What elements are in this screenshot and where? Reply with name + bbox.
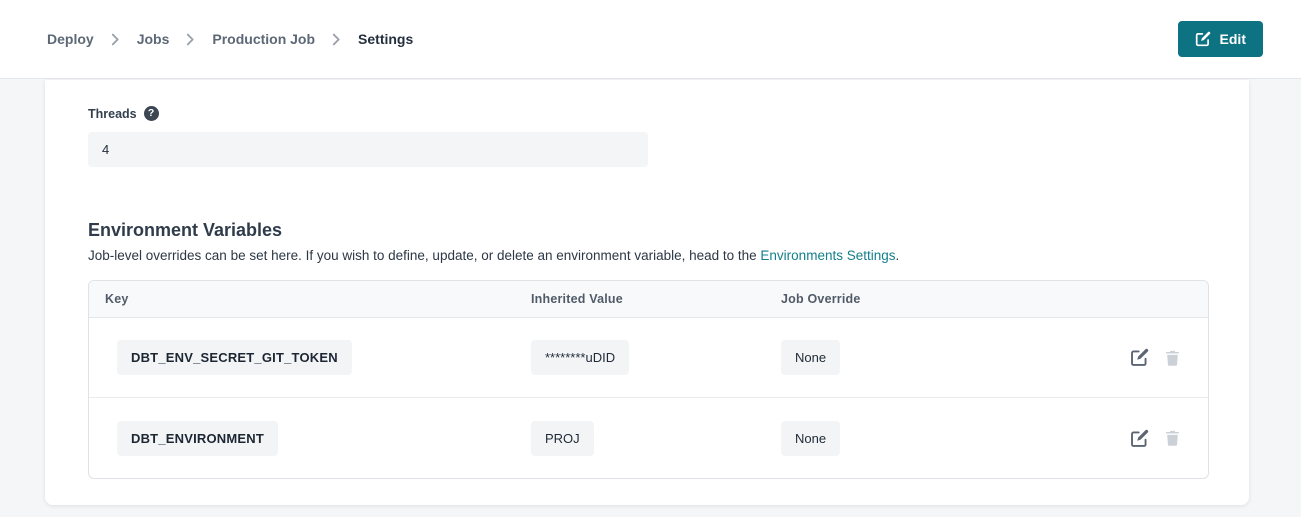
table-row: DBT_ENVIRONMENT PROJ None xyxy=(89,398,1208,478)
edit-pencil-icon xyxy=(1195,31,1211,47)
edit-button[interactable]: Edit xyxy=(1178,21,1263,57)
chevron-right-icon xyxy=(186,33,195,46)
threads-input[interactable] xyxy=(88,132,648,167)
env-var-job-override: None xyxy=(781,421,840,456)
section-title: Environment Variables xyxy=(88,220,1249,241)
chevron-right-icon xyxy=(111,33,120,46)
section-description: Job-level overrides can be set here. If … xyxy=(88,248,1249,263)
edit-button-label: Edit xyxy=(1220,31,1246,47)
environments-settings-link[interactable]: Environments Settings xyxy=(760,248,895,263)
table-header-row: Key Inherited Value Job Override xyxy=(89,281,1208,318)
edit-row-icon[interactable] xyxy=(1130,348,1149,367)
env-var-key: DBT_ENV_SECRET_GIT_TOKEN xyxy=(117,340,352,375)
env-var-inherited-value: PROJ xyxy=(531,421,594,456)
column-header-inherited-value: Inherited Value xyxy=(515,292,765,306)
env-var-inherited-value: ********uDID xyxy=(531,340,629,375)
description-period: . xyxy=(896,248,900,263)
breadcrumb-item-settings: Settings xyxy=(358,31,413,47)
table-row: DBT_ENV_SECRET_GIT_TOKEN ********uDID No… xyxy=(89,318,1208,398)
breadcrumb-item-production-job[interactable]: Production Job xyxy=(212,31,315,47)
row-actions xyxy=(1098,429,1208,448)
delete-row-icon[interactable] xyxy=(1164,429,1181,447)
breadcrumb-item-jobs[interactable]: Jobs xyxy=(137,31,170,47)
threads-label-row: Threads ? xyxy=(88,106,1249,121)
chevron-right-icon xyxy=(332,33,341,46)
edit-row-icon[interactable] xyxy=(1130,429,1149,448)
column-header-key: Key xyxy=(89,292,515,306)
breadcrumb: Deploy Jobs Production Job Settings xyxy=(47,31,413,47)
help-question-icon[interactable]: ? xyxy=(144,106,159,121)
settings-card: Threads ? Environment Variables Job-leve… xyxy=(45,80,1249,505)
breadcrumb-item-deploy[interactable]: Deploy xyxy=(47,31,94,47)
env-var-key: DBT_ENVIRONMENT xyxy=(117,421,278,456)
threads-label: Threads xyxy=(88,107,137,121)
env-vars-table: Key Inherited Value Job Override DBT_ENV… xyxy=(88,280,1209,479)
top-bar: Deploy Jobs Production Job Settings Edit xyxy=(0,0,1301,79)
environment-variables-section: Environment Variables Job-level override… xyxy=(88,220,1249,479)
description-text: Job-level overrides can be set here. If … xyxy=(88,248,760,263)
delete-row-icon[interactable] xyxy=(1164,349,1181,367)
column-header-job-override: Job Override xyxy=(765,292,1098,306)
row-actions xyxy=(1098,348,1208,367)
env-var-job-override: None xyxy=(781,340,840,375)
